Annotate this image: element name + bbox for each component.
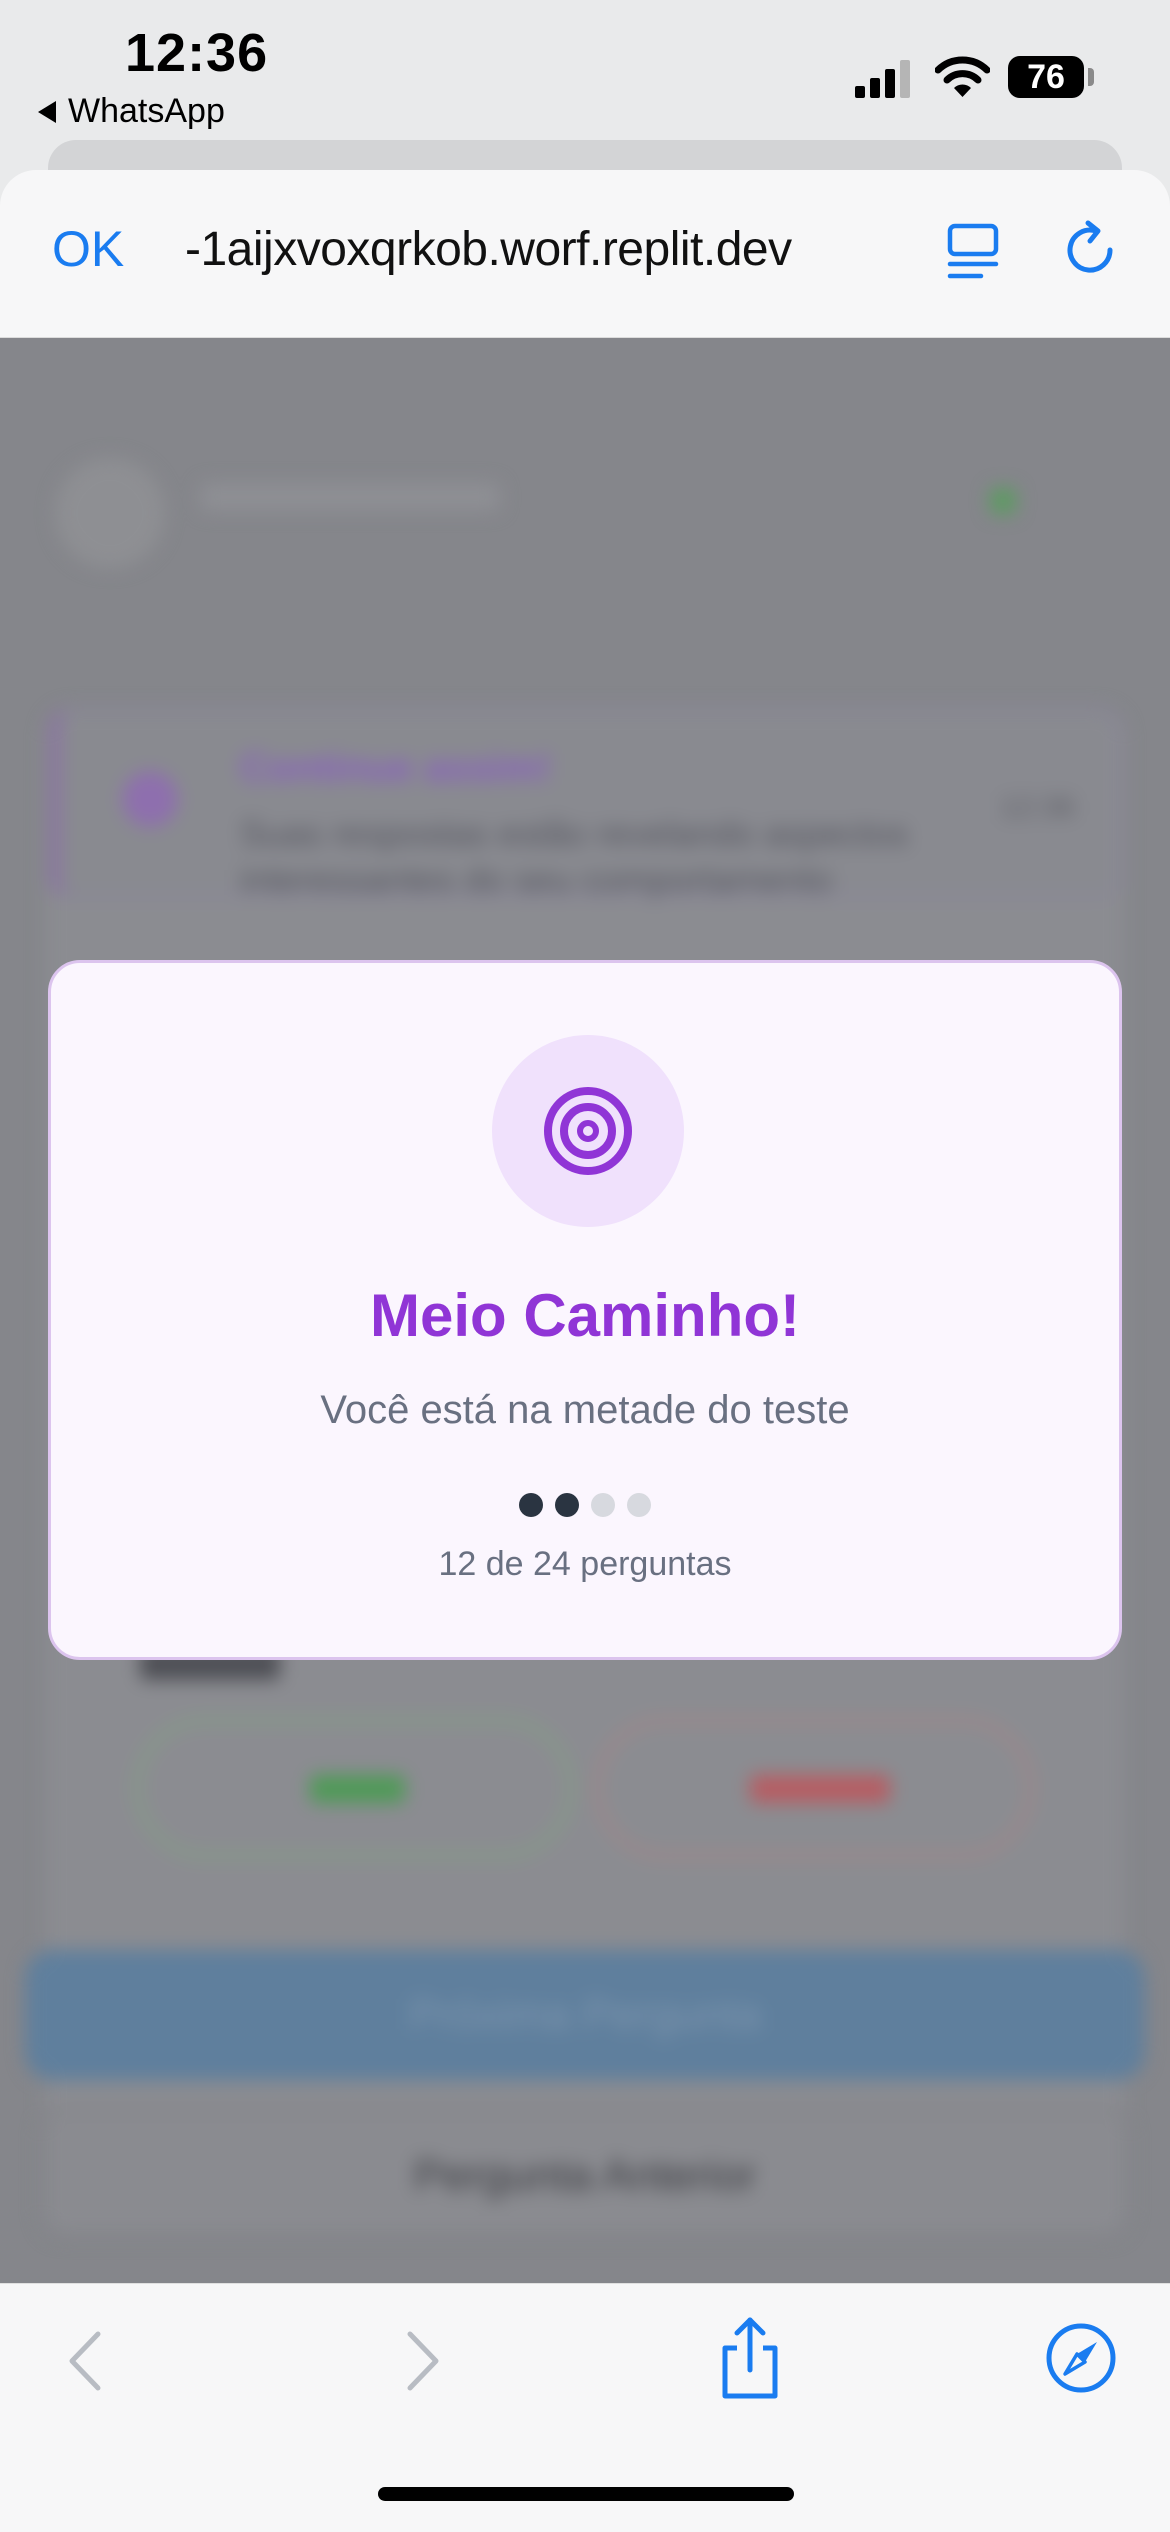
blurred-tip-card: Continue assim! Suas respostas estão rev… [50,708,1120,900]
blurred-status-dot [990,488,1016,514]
blurred-prev-button: Pergunta Anterior [40,2108,1130,2238]
modal-title: Meio Caminho! [370,1282,800,1349]
url-display[interactable]: -1aijxvoxqrkob.worf.replit.dev [185,222,905,277]
blurred-yes-button [135,1718,573,1858]
blurred-tip-time: 12:36 [1000,791,1076,824]
reader-mode-icon[interactable] [945,222,1001,282]
milestone-modal[interactable]: Meio Caminho! Você está na metade do tes… [48,960,1122,1660]
progress-dot-filled [555,1493,579,1517]
compass-icon[interactable] [1045,2322,1117,2394]
blurred-avatar [55,458,165,568]
back-to-app-button[interactable]: WhatsApp [38,92,225,131]
modal-icon-badge [492,1035,684,1227]
target-icon [544,1087,632,1175]
blurred-no-button [595,1718,1033,1858]
done-button[interactable]: OK [52,220,124,278]
blurred-tip-icon [122,771,178,827]
blurred-header-text [200,483,500,511]
back-app-label: WhatsApp [68,92,225,130]
chevron-left-icon[interactable] [60,2326,110,2396]
reload-icon[interactable] [1062,220,1122,282]
status-bar: 12:36 WhatsApp 76 [0,0,1170,150]
progress-dot-empty [627,1493,651,1517]
home-indicator[interactable] [378,2487,794,2501]
blurred-next-button: Próxima Pergunta [25,1950,1145,2080]
wifi-icon [935,56,990,97]
blurred-tip-title: Continue assim! [240,746,552,790]
browser-header: OK -1aijxvoxqrkob.worf.replit.dev [0,170,1170,338]
blurred-tip-text: Suas respostas estão revelando aspectos … [240,813,909,900]
cellular-signal-icon [855,60,910,98]
share-icon[interactable] [715,2316,785,2400]
progress-count: 12 de 24 perguntas [438,1545,732,1583]
progress-dot-filled [519,1493,543,1517]
battery-tip [1088,68,1094,86]
modal-subtitle: Você está na metade do teste [320,1388,850,1432]
status-time: 12:36 [125,23,269,83]
chevron-right-icon[interactable] [398,2326,448,2396]
battery-icon: 76 [1008,56,1084,98]
progress-dots [51,1493,1119,1517]
back-triangle-icon [38,100,56,123]
progress-dot-empty [591,1493,615,1517]
